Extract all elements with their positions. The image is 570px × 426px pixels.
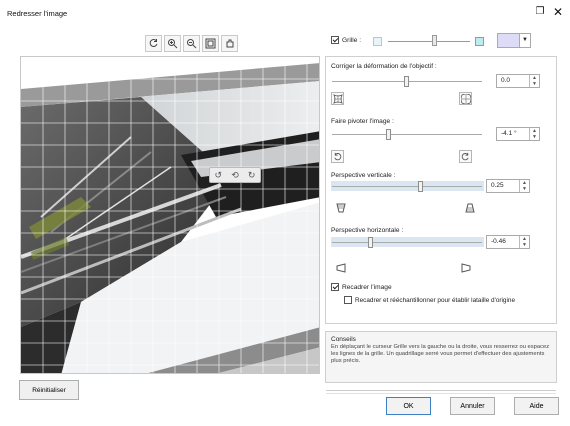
fit-button[interactable] — [202, 35, 219, 52]
overlay-button-group: ↺ ⟲ ↻ — [209, 167, 261, 183]
rotate-left-icon[interactable]: ↺ — [215, 170, 223, 181]
barrel-icon — [459, 92, 472, 105]
crop-label: Recadrer l'image — [342, 283, 392, 291]
horizontal-left-icon — [334, 261, 347, 274]
grid-color-dropdown[interactable]: ▼ — [497, 33, 531, 48]
help-button[interactable]: Aide — [514, 397, 559, 415]
horizontal-value: -0.46 — [491, 238, 506, 245]
ok-button[interactable]: OK — [386, 397, 431, 415]
resample-label: Recadrer et rééchantillonner pour établi… — [355, 296, 516, 304]
rotate-value-input[interactable]: -4.1 ° ▲ ▼ — [496, 127, 540, 141]
vertical-slider-track[interactable] — [332, 186, 482, 187]
hints-text: En déplaçant le curseur Grille vers la g… — [331, 344, 550, 364]
resample-option[interactable]: Recadrer et rééchantillonner pour établi… — [344, 296, 515, 304]
pincushion-icon — [331, 92, 344, 105]
rotate-cw-icon[interactable] — [459, 150, 472, 163]
hints-box: Conseils En déplaçant le curseur Grille … — [325, 331, 557, 383]
grid-slider-track[interactable] — [388, 41, 470, 42]
grid-label: Grille : — [342, 36, 362, 44]
cancel-button[interactable]: Annuler — [450, 397, 495, 415]
rotate-icon — [149, 39, 158, 48]
lens-label: Corriger la déformation de l'objectif : — [331, 63, 437, 70]
vertical-value-input[interactable]: 0.25 ▲ ▼ — [486, 179, 530, 193]
zoom-in-button[interactable] — [164, 35, 181, 52]
horizontal-right-icon — [459, 261, 472, 274]
zoom-out-icon — [187, 39, 197, 49]
reset-button[interactable]: Réinitialiser — [19, 380, 79, 400]
horizontal-value-input[interactable]: -0.46 ▲ ▼ — [486, 235, 530, 249]
grid-coarse-icon — [475, 37, 484, 46]
horizontal-label: Perspective horizontale : — [331, 227, 404, 234]
rotate-ccw-icon[interactable] — [331, 150, 344, 163]
preview-toolbar — [145, 35, 238, 52]
spin-arrows-icon[interactable]: ▲ ▼ — [529, 75, 539, 87]
crop-option[interactable]: Recadrer l'image — [331, 283, 392, 291]
crop-checkbox[interactable] — [331, 283, 339, 291]
zoom-out-button[interactable] — [183, 35, 200, 52]
hints-title: Conseils — [331, 336, 356, 343]
close-icon[interactable]: ✕ — [551, 5, 565, 19]
grid-checkbox[interactable] — [331, 36, 339, 44]
rotate-button[interactable] — [145, 35, 162, 52]
zoom-in-icon — [168, 39, 178, 49]
maximize-icon[interactable]: ❐ — [533, 5, 547, 19]
vertical-value: 0.25 — [491, 182, 504, 189]
divider — [326, 390, 556, 394]
pan-icon — [226, 39, 234, 48]
horizontal-slider-thumb[interactable] — [368, 237, 373, 248]
image-preview[interactable]: ↺ ⟲ ↻ — [20, 56, 320, 374]
resample-checkbox[interactable] — [344, 296, 352, 304]
rotate-label: Faire pivoter l'image : — [331, 118, 394, 125]
lens-value-input[interactable]: 0.0 ▲ ▼ — [496, 74, 540, 88]
title-bar: Redresser l'image ❐ ✕ — [0, 0, 570, 26]
rotate-slider-thumb[interactable] — [386, 129, 391, 140]
grid-overlay — [21, 57, 319, 373]
horizontal-slider-track[interactable] — [332, 242, 482, 243]
window-title: Redresser l'image — [7, 9, 68, 18]
spin-arrows-icon[interactable]: ▲ ▼ — [519, 180, 529, 192]
spin-arrows-icon[interactable]: ▲ ▼ — [519, 236, 529, 248]
spin-arrows-icon[interactable]: ▲ ▼ — [529, 128, 539, 140]
vertical-slider-thumb[interactable] — [418, 181, 423, 192]
fit-icon — [205, 38, 216, 49]
vertical-wide-icon — [463, 201, 476, 214]
lens-slider-thumb[interactable] — [404, 76, 409, 87]
vertical-label: Perspective verticale : — [331, 172, 396, 179]
reset-icon[interactable]: ⟲ — [231, 170, 239, 181]
grid-slider-thumb[interactable] — [432, 35, 437, 46]
rotate-value: -4.1 ° — [501, 130, 517, 137]
chevron-down-icon[interactable]: ▼ — [519, 34, 530, 47]
lens-value: 0.0 — [501, 77, 511, 84]
grid-fine-icon — [373, 37, 382, 46]
grid-toggle[interactable]: Grille : — [331, 36, 361, 44]
pan-button[interactable] — [221, 35, 238, 52]
vertical-narrow-icon — [334, 201, 347, 214]
rotate-slider-track[interactable] — [332, 134, 482, 135]
rotate-right-icon[interactable]: ↻ — [248, 170, 256, 181]
